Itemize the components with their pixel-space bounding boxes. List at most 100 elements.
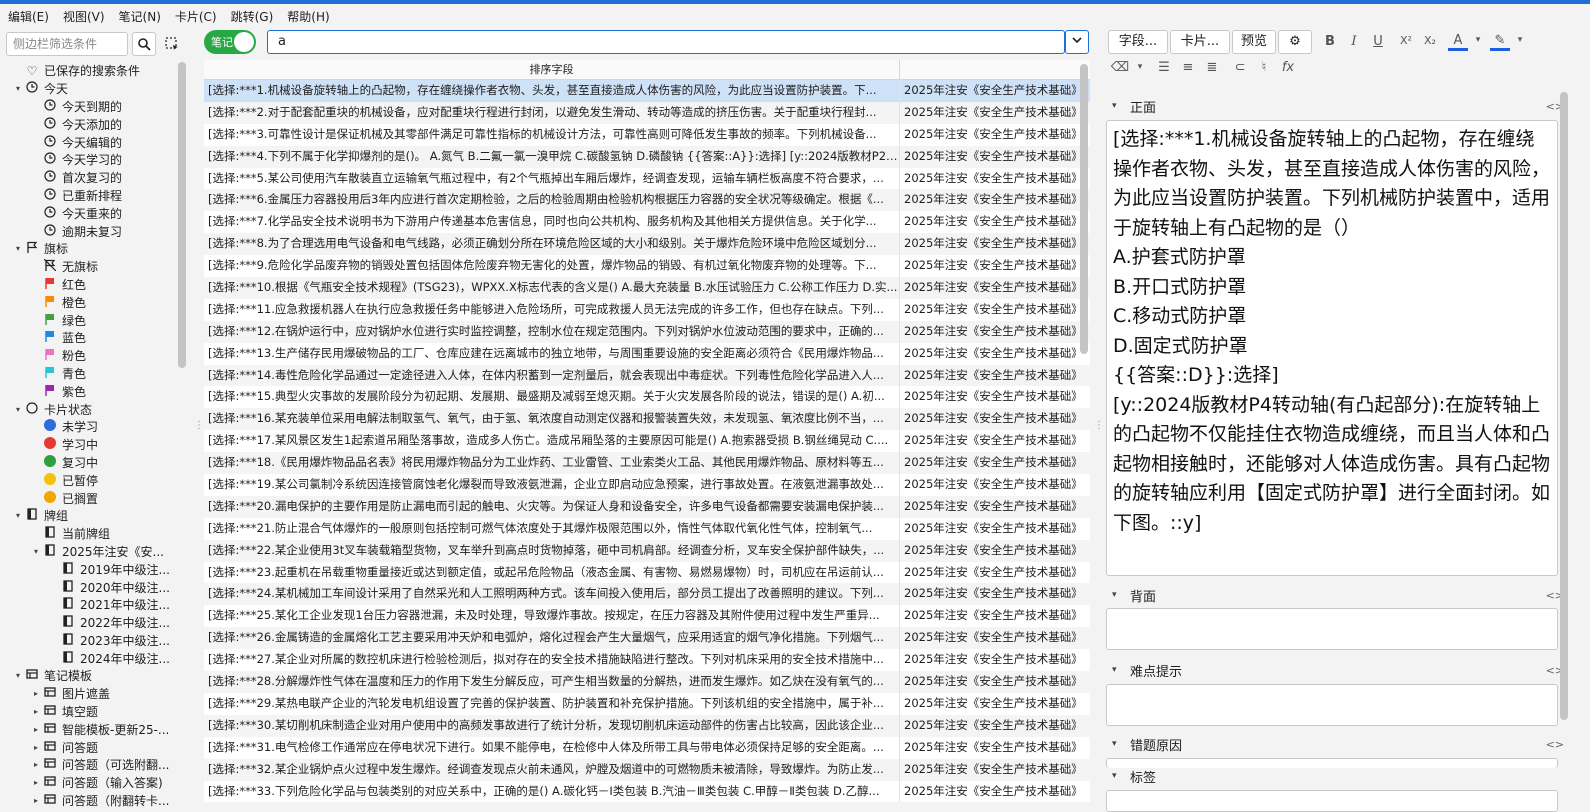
field-header-hint[interactable]: ▾ 难点提示 <> <box>1104 659 1564 681</box>
text-color-icon[interactable]: A <box>1448 33 1468 51</box>
table-row[interactable]: [选择:***19.某公司氯制冷系统因连接管腐蚀老化爆裂而导致液氨泄漏，企业立即… <box>204 474 1090 496</box>
chevron-down-icon[interactable]: ▾ <box>12 84 24 93</box>
sidebar-item[interactable]: ▸ 图片遮盖 <box>0 685 176 703</box>
numbered-list-icon[interactable]: ≡ <box>1178 60 1198 75</box>
sidebar-item[interactable]: 2023年中级注... <box>0 632 176 650</box>
sidebar-item[interactable]: ▸ 问答题（可选附翻... <box>0 756 176 774</box>
chevron-down-icon[interactable]: ▾ <box>1112 590 1126 600</box>
eraser-icon[interactable]: ⌫ <box>1110 60 1130 75</box>
field-header-wrong-reason[interactable]: ▾ 错题原因 <> <box>1104 733 1564 755</box>
table-row[interactable]: [选择:***28.分解爆炸性气体在温度和压力的作用下发生分解反应，可产生相当数… <box>204 671 1090 693</box>
attachment-icon[interactable]: ⊂ <box>1230 60 1250 75</box>
sidebar-item[interactable]: ▸ 问答题 <box>0 738 176 756</box>
table-row[interactable]: [选择:***3.可靠性设计是保证机械及其零部件满足可靠性指标的机械设计方法，可… <box>204 123 1090 146</box>
sidebar-item[interactable]: 红色 <box>0 276 176 294</box>
front-field-content[interactable]: [选择:***1.机械设备旋转轴上的凸起物，存在缠绕操作者衣物、头发，甚至直接造… <box>1107 121 1557 538</box>
chevron-right-icon[interactable]: ▸ <box>30 689 42 698</box>
menu-view[interactable]: 视图(V) <box>63 8 105 25</box>
notes-cards-toggle[interactable]: 笔记 <box>204 30 256 54</box>
table-row[interactable]: [选择:***10.根据《气瓶安全技术规程》(TSG23)，WPXX.X标志代表… <box>204 277 1090 299</box>
sidebar-item[interactable]: ▸ 智能模板-更新25-... <box>0 720 176 738</box>
chevron-right-icon[interactable]: ▸ <box>30 796 42 805</box>
front-field-editor[interactable]: [选择:***1.机械设备旋转轴上的凸起物，存在缠绕操作者衣物、头发，甚至直接造… <box>1106 120 1558 576</box>
column-header-sort-field[interactable]: 排序字段 <box>204 60 900 79</box>
sidebar-item[interactable]: ▸ 填空题 <box>0 703 176 721</box>
table-row[interactable]: [选择:***16.某充装单位采用电解法制取氢气、氧气，由于氢、氧浓度自动测定仪… <box>204 408 1090 431</box>
sidebar-item[interactable]: 2024年中级注... <box>0 649 176 667</box>
cards-button[interactable]: 卡片... <box>1170 30 1230 54</box>
sidebar-item[interactable]: 已重新排程 <box>0 187 176 205</box>
superscript-icon[interactable]: X² <box>1396 34 1416 47</box>
function-icon[interactable]: fx <box>1278 60 1298 75</box>
table-row[interactable]: [选择:***21.防止混合气体爆炸的一般原则包括控制可燃气体浓度处于其爆炸极限… <box>204 517 1090 540</box>
sidebar-item[interactable]: 学习中 <box>0 436 176 454</box>
sidebar-item[interactable]: ▾ 旗标 <box>0 240 176 258</box>
editor-splitter-handle[interactable]: ⋮ <box>1094 420 1104 431</box>
table-row[interactable]: [选择:***32.某企业锅炉点火过程中发生爆炸。经调查发现点火前未通风，炉膛及… <box>204 758 1090 781</box>
table-row[interactable]: [选择:***25.某化工企业发现1台压力容器泄漏，未及时处理，导致爆炸事故。按… <box>204 605 1090 628</box>
search-icon[interactable] <box>132 32 156 56</box>
chevron-down-icon[interactable]: ▾ <box>1112 665 1126 675</box>
sidebar-item[interactable]: 蓝色 <box>0 329 176 347</box>
table-row[interactable]: [选择:***29.某热电联产企业的汽轮发电机组设置了完善的保护装置、防护装置和… <box>204 692 1090 715</box>
sidebar-item[interactable]: 粉色 <box>0 347 176 365</box>
sidebar-scrollbar[interactable] <box>178 62 186 368</box>
chevron-down-icon[interactable]: ▾ <box>12 671 24 680</box>
sidebar-item[interactable]: 当前牌组 <box>0 525 176 543</box>
table-row[interactable]: [选择:***18.《民用爆炸物品品名表》将民用爆炸物品分为工业炸药、工业雷管、… <box>204 452 1090 475</box>
menu-edit[interactable]: 编辑(E) <box>8 8 49 25</box>
bold-icon[interactable]: B <box>1320 34 1340 49</box>
chevron-down-icon[interactable]: ▾ <box>1112 739 1126 749</box>
chevron-down-icon[interactable] <box>1065 30 1089 54</box>
field-header-back[interactable]: ▾ 背面 <> <box>1104 584 1564 606</box>
search-input[interactable]: a <box>267 30 1065 54</box>
sidebar-item[interactable]: 今天编辑的 <box>0 133 176 151</box>
chevron-down-icon[interactable]: ▾ <box>30 547 42 556</box>
back-field-editor[interactable] <box>1106 608 1558 650</box>
table-row[interactable]: [选择:***31.电气检修工作通常应在停电状况下进行。如果不能停电，在检修中人… <box>204 736 1090 759</box>
fields-button[interactable]: 字段... <box>1108 30 1168 54</box>
sidebar-item[interactable]: 未学习 <box>0 418 176 436</box>
sidebar-item[interactable]: ▾ 今天 <box>0 80 176 98</box>
html-editor-icon[interactable]: <> <box>1546 738 1564 751</box>
chevron-down-icon[interactable]: ▾ <box>1510 35 1530 45</box>
chevron-down-icon[interactable]: ▾ <box>12 405 24 414</box>
sidebar-item[interactable]: ▸ 问答题（附翻转卡... <box>0 792 176 810</box>
table-row[interactable]: [选择:***8.为了合理选用电气设备和电气线路，必须正确划分所在环境危险区域的… <box>204 233 1090 256</box>
table-row[interactable]: [选择:***30.某切削机床制造企业对用户使用中的高频发事故进行了统计分析，发… <box>204 714 1090 737</box>
microphone-icon[interactable]: ♮ <box>1254 60 1274 75</box>
sidebar-item[interactable]: 首次复习的 <box>0 169 176 187</box>
sidebar-item[interactable]: 绿色 <box>0 311 176 329</box>
menu-notes[interactable]: 笔记(N) <box>119 8 161 25</box>
italic-icon[interactable]: I <box>1344 34 1364 49</box>
sidebar-item[interactable]: ▾ 2025年注安《安... <box>0 543 176 561</box>
sidebar-item[interactable]: 2021年中级注... <box>0 596 176 614</box>
sidebar-item[interactable]: 已暂停 <box>0 471 176 489</box>
sidebar-item[interactable]: 2022年中级注... <box>0 614 176 632</box>
chevron-down-icon[interactable]: ▾ <box>1112 771 1126 781</box>
chevron-right-icon[interactable]: ▸ <box>30 743 42 752</box>
table-row[interactable]: [选择:***5.某公司使用汽车散装直立运输氧气瓶过程中，有2个气瓶掉出车厢后爆… <box>204 167 1090 190</box>
sidebar-item[interactable]: 已搁置 <box>0 489 176 507</box>
table-row[interactable]: [选择:***14.毒性危险化学品通过一定途径进入人体，在体内积蓄到一定剂量后，… <box>204 364 1090 387</box>
chevron-down-icon[interactable]: ▾ <box>1112 101 1126 111</box>
select-tool-icon[interactable] <box>160 32 184 56</box>
sidebar-item[interactable]: ▾ 笔记模板 <box>0 667 176 685</box>
chevron-down-icon[interactable]: ▾ <box>12 244 24 253</box>
sidebar-item[interactable]: 今天重来的 <box>0 204 176 222</box>
sidebar-item[interactable]: 无旗标 <box>0 258 176 276</box>
chevron-right-icon[interactable]: ▸ <box>30 760 42 769</box>
highlight-icon[interactable]: ✎ <box>1490 33 1510 51</box>
table-row[interactable]: [选择:***13.生产储存民用爆破物品的工厂、仓库应建在远离城市的独立地带，与… <box>204 342 1090 365</box>
table-scrollbar[interactable] <box>1080 64 1088 354</box>
sidebar-item[interactable]: 今天学习的 <box>0 151 176 169</box>
underline-icon[interactable]: U <box>1368 34 1388 49</box>
table-row[interactable]: [选择:***20.漏电保护的主要作用是防止漏电而引起的触电、火灾等。为保证人身… <box>204 495 1090 518</box>
table-row[interactable]: [选择:***15.典型火灾事故的发展阶段分为初起期、发展期、最盛期及减弱至熄灭… <box>204 386 1090 409</box>
sidebar-splitter-handle[interactable]: ⋮ <box>194 420 204 431</box>
chevron-down-icon[interactable]: ▾ <box>1468 35 1488 45</box>
table-row[interactable]: [选择:***4.下列不属于化学抑爆剂的是()。 A.氮气 B.二氟一氯一溴甲烷… <box>204 145 1090 168</box>
table-row[interactable]: [选择:***11.应急救援机器人在执行应急救援任务中能够进入危险场所，可完成救… <box>204 298 1090 321</box>
menu-go[interactable]: 跳转(G) <box>231 8 274 25</box>
chevron-down-icon[interactable]: ▾ <box>1130 62 1150 72</box>
